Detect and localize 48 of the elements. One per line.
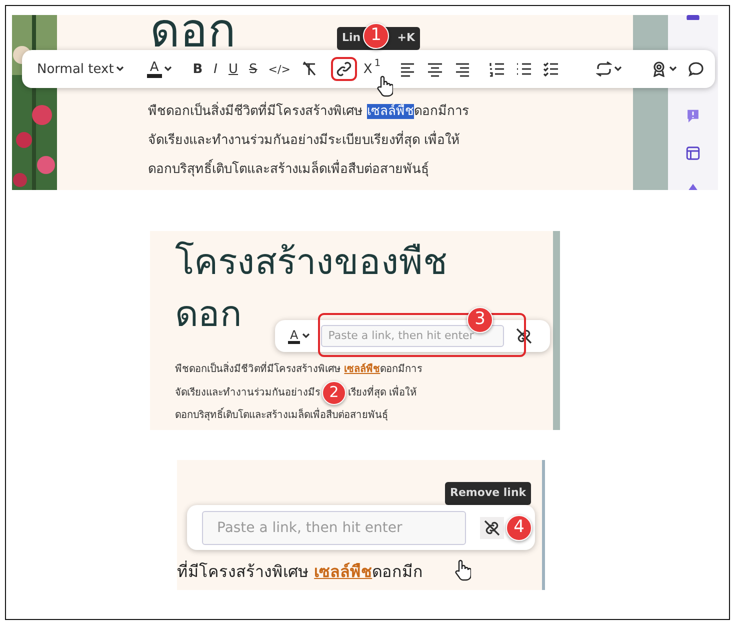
tooltip-text: +K: [397, 30, 415, 46]
tooltip-text: Lin: [342, 30, 361, 46]
task-list-icon: [542, 61, 559, 77]
align-right-icon: [454, 61, 470, 77]
strike-button[interactable]: S: [246, 60, 260, 78]
chevron-icon: [116, 66, 124, 72]
hand-cursor-icon: [453, 558, 471, 581]
loop-icon: [596, 61, 612, 77]
heading: ดอก: [150, 15, 236, 53]
clear-format-icon: [301, 61, 318, 77]
heading-line: ดอก: [175, 293, 242, 337]
chevron-icon: [164, 66, 172, 72]
chevron-icon: [302, 333, 310, 339]
unlink-icon: [483, 518, 501, 536]
unlink-icon: [515, 327, 534, 345]
heading-line: โครงสร้างของพืช: [175, 240, 447, 285]
numbered-list-icon: [488, 61, 505, 77]
link-input-field[interactable]: Paste a link, then hit enter: [321, 324, 504, 348]
text-line: ที่มีโครงสร้างพิเศษ เซลล์พืชดอกมีก: [177, 560, 424, 583]
callout-number: 2: [322, 381, 346, 405]
paragraph-text: เรียงที่สุด เพื่อให้: [348, 388, 418, 399]
paragraph: พืชดอกเป็นสิ่งมีชีวิตที่มีโครงสร้างพิเศษ เซลล์พืชดอกมีการ จัดเรียงและทำงานร่วมกันอย่างมีระเบียบเรียงที่สุด เพื่อให้ ดอกบริสุทธิ์เติบโตและสร้างเมล็ดเพื่อสืบต่อสายพันธุ์: [148, 97, 470, 184]
badge-icon: [650, 61, 667, 77]
italic-button[interactable]: I: [210, 60, 220, 78]
unlink-button[interactable]: [480, 516, 504, 538]
paragraph-line: ดอกบริสุทธิ์เติบโตและสร้างเมล็ดเพื่อสืบต่อสายพันธุ์: [175, 405, 422, 427]
superscript-button[interactable]: X$^{1}$: [360, 60, 384, 78]
bold-button[interactable]: B: [190, 60, 206, 78]
paragraph-text: จัดเรียงและทำงานร่วมกันอย่างมีร: [175, 388, 320, 399]
underline-button[interactable]: U: [226, 60, 242, 78]
alert-icon: [685, 108, 701, 124]
text-color-button[interactable]: A: [285, 326, 314, 346]
style-menu-button[interactable]: Normal text: [34, 60, 127, 78]
comment-icon: [688, 61, 704, 77]
align-left-icon: [400, 61, 416, 77]
chevron-icon: [614, 66, 622, 72]
bullet-list-icon: [516, 61, 532, 77]
link-icon: [336, 61, 352, 77]
align-center-icon: [426, 61, 443, 77]
layout-icon: [685, 146, 701, 161]
chevron-icon: [668, 66, 677, 72]
code-button[interactable]: </>: [265, 62, 294, 76]
link-button[interactable]: [333, 59, 356, 79]
link-input-field[interactable]: Paste a link, then hit enter: [202, 510, 466, 544]
paragraph-line: พืชดอกเป็นสิ่งมีชีวิตที่มีโครงสร้างพิเศษ เซลล์พืชดอกมีการ: [175, 359, 422, 381]
callout-number: 3: [467, 307, 493, 333]
tooltip: Remove link: [445, 482, 532, 504]
text-color-button[interactable]: A: [144, 58, 175, 80]
